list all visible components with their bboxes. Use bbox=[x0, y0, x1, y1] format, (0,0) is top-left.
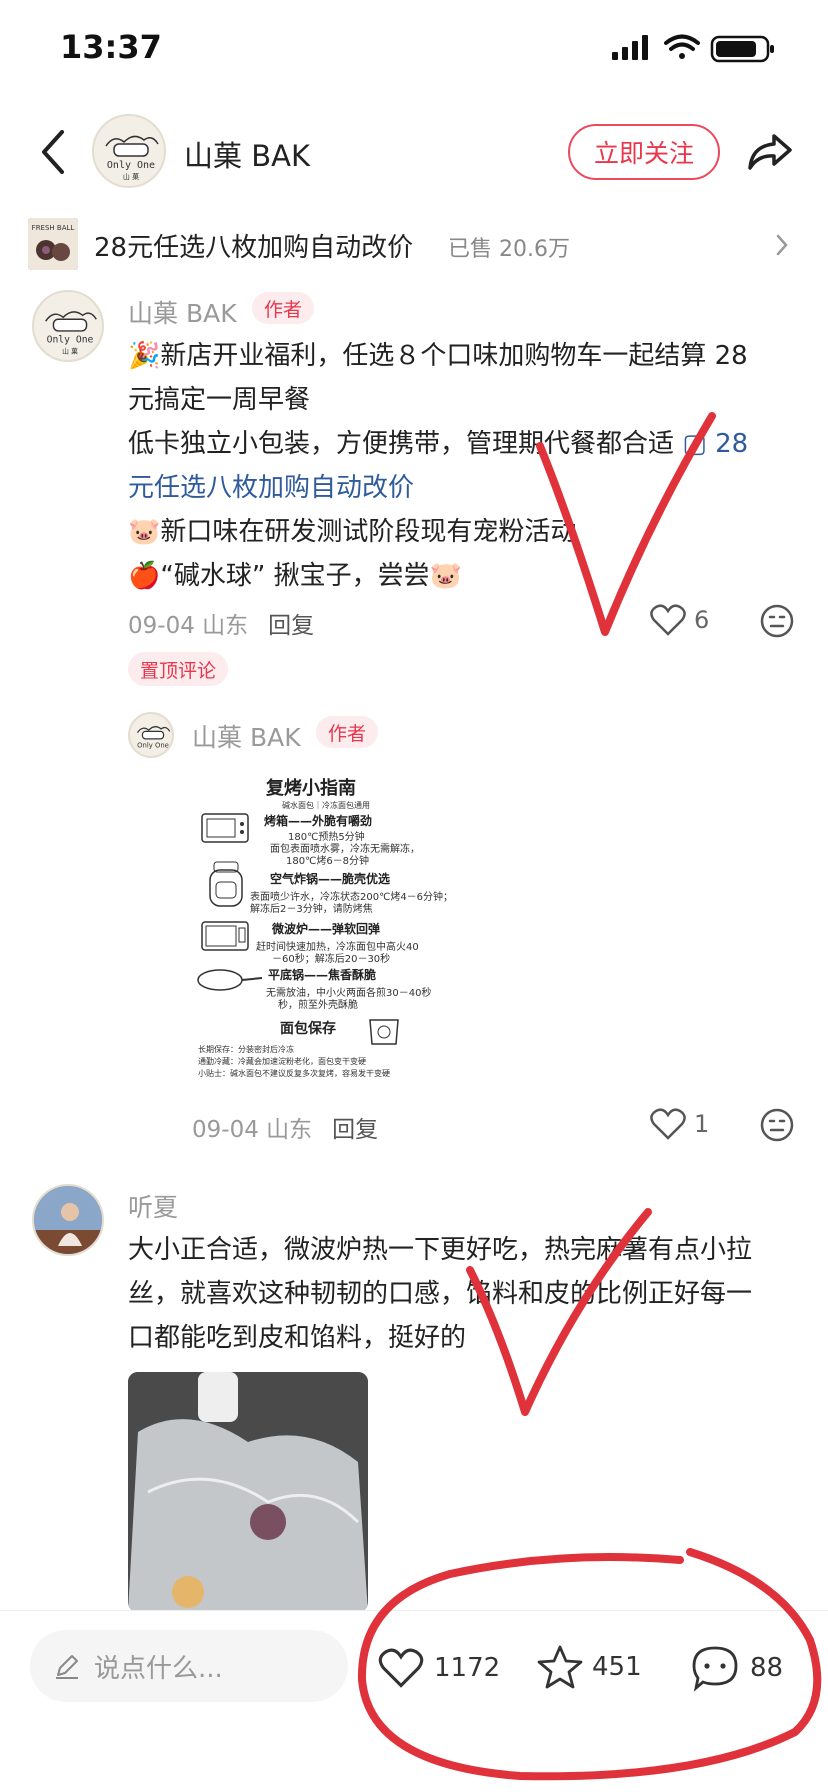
product-thumbnail[interactable]: FRESH BALL bbox=[28, 218, 78, 270]
comment-line: 口都能吃到皮和馅料，挺好的 bbox=[128, 1323, 467, 1353]
comment-line: 大小正合适，微波炉热一下更好吃，热完麻薯有点小拉 bbox=[128, 1235, 753, 1265]
dislike-face-icon[interactable] bbox=[760, 604, 794, 638]
comment-avatar[interactable]: Only One 山 菓 bbox=[32, 290, 104, 362]
chevron-right-icon[interactable] bbox=[774, 232, 790, 258]
star-icon bbox=[537, 1645, 583, 1689]
shop-avatar[interactable]: Only One 山 菓 bbox=[92, 114, 166, 188]
guide-heading: 平底锅——焦香酥脆 bbox=[268, 968, 377, 982]
svg-text:山 菓: 山 菓 bbox=[62, 346, 78, 355]
status-icons bbox=[612, 34, 774, 63]
svg-text:Only One: Only One bbox=[107, 160, 155, 171]
author-tag: 作者 bbox=[252, 292, 315, 324]
follow-button[interactable]: 立即关注 bbox=[568, 124, 720, 180]
guide-heading: 微波炉——弹软回弹 bbox=[272, 922, 381, 936]
comment-like-button[interactable]: 6 bbox=[650, 604, 709, 636]
heart-icon bbox=[650, 1108, 686, 1140]
comment-input[interactable]: 说点什么... bbox=[30, 1630, 348, 1702]
svg-text:FRESH BALL: FRESH BALL bbox=[32, 224, 75, 232]
bag-icon: ▢ bbox=[682, 429, 707, 459]
pinned-comment-tag: 置顶评论 bbox=[128, 652, 229, 686]
product-link-text[interactable]: 元任选八枚加购自动改价 bbox=[128, 466, 808, 510]
comment-meta: 09-04 山东 回复 bbox=[128, 606, 314, 640]
wifi-icon bbox=[664, 34, 700, 59]
heart-icon bbox=[650, 604, 686, 636]
status-time: 13:37 bbox=[60, 28, 162, 66]
reply-author[interactable]: 山菓 BAK bbox=[192, 718, 301, 754]
reply-button[interactable]: 回复 bbox=[332, 1117, 378, 1143]
guide-heading: 面包保存 bbox=[280, 1021, 336, 1037]
reply-like-button[interactable]: 1 bbox=[650, 1108, 709, 1140]
comment-line: 元搞定一周早餐 bbox=[128, 385, 311, 415]
comment-line: 🎉新店开业福利，任选８个口味加购物车一起结算 28 bbox=[128, 341, 748, 371]
back-arrow-icon[interactable] bbox=[34, 126, 74, 178]
comment-photo[interactable] bbox=[128, 1372, 368, 1612]
guide-subtitle: 碱水面包｜冷冻面包通用 bbox=[282, 801, 370, 810]
dislike-face-icon[interactable] bbox=[760, 1108, 794, 1142]
comment-body: 大小正合适，微波炉热一下更好吃，热完麻薯有点小拉 丝，就喜欢这种韧韧的口感，馅料… bbox=[128, 1228, 808, 1360]
reheat-guide-image[interactable]: 复烤小指南 碱水面包｜冷冻面包通用 烤箱——外脆有嚼劲 180℃预热5分钟 面包… bbox=[196, 770, 453, 1100]
author-tag: 作者 bbox=[316, 716, 379, 748]
reply-date-location: 09-04 山东 bbox=[192, 1117, 313, 1143]
battery-icon bbox=[710, 35, 774, 63]
microwave-icon bbox=[201, 921, 249, 951]
page-title: 山菓 BAK bbox=[184, 139, 310, 173]
product-sold-count: 已售 20.6万 bbox=[448, 237, 570, 262]
comment-line: 低卡独立小包装，方便携带，管理期代餐都合适 ▢ 28 bbox=[128, 429, 749, 459]
guide-heading: 空气炸锅——脆壳优选 bbox=[270, 872, 391, 886]
pencil-icon bbox=[56, 1655, 78, 1679]
oven-icon bbox=[201, 813, 249, 843]
guide-title: 复烤小指南 bbox=[266, 778, 356, 799]
comment-date-location: 09-04 山东 bbox=[128, 613, 249, 639]
comment-line: 丝，就喜欢这种韧韧的口感，馅料和皮的比例正好每一 bbox=[128, 1279, 753, 1309]
air-fryer-icon bbox=[209, 861, 243, 907]
comment-author[interactable]: 山菓 BAK bbox=[128, 294, 237, 330]
bread-bag-icon bbox=[369, 1019, 399, 1045]
comment-bubble-icon bbox=[692, 1646, 738, 1692]
comment-line: 🐷新口味在研发测试阶段现有宠粉活动 bbox=[128, 517, 577, 547]
pan-icon bbox=[197, 969, 263, 991]
comment-line: 🍎“碱水球” 揪宝子，尝尝🐷 bbox=[128, 561, 462, 591]
comment-author[interactable]: 听夏 bbox=[128, 1188, 178, 1224]
post-comment-button[interactable]: 88 bbox=[690, 1644, 783, 1692]
svg-text:Only One: Only One bbox=[47, 335, 94, 346]
svg-text:山 菓: 山 菓 bbox=[123, 172, 139, 181]
product-link[interactable]: ▢ 28 bbox=[682, 429, 748, 459]
heart-icon bbox=[378, 1648, 424, 1688]
product-title[interactable]: 28元任选八枚加购自动改价 bbox=[94, 227, 413, 264]
svg-text:Only One: Only One bbox=[137, 742, 169, 750]
comment-avatar[interactable] bbox=[32, 1184, 104, 1256]
reply-button[interactable]: 回复 bbox=[268, 613, 314, 639]
reply-meta: 09-04 山东 回复 bbox=[192, 1110, 378, 1144]
post-collect-button[interactable]: 451 bbox=[536, 1644, 642, 1690]
share-icon[interactable] bbox=[744, 128, 796, 176]
reply-avatar[interactable]: Only One bbox=[128, 712, 174, 758]
guide-heading: 烤箱——外脆有嚼劲 bbox=[264, 814, 373, 828]
signal-icon bbox=[612, 35, 648, 60]
comment-body: 🎉新店开业福利，任选８个口味加购物车一起结算 28 元搞定一周早餐 低卡独立小包… bbox=[128, 334, 808, 598]
post-like-button[interactable]: 1172 bbox=[378, 1648, 500, 1688]
